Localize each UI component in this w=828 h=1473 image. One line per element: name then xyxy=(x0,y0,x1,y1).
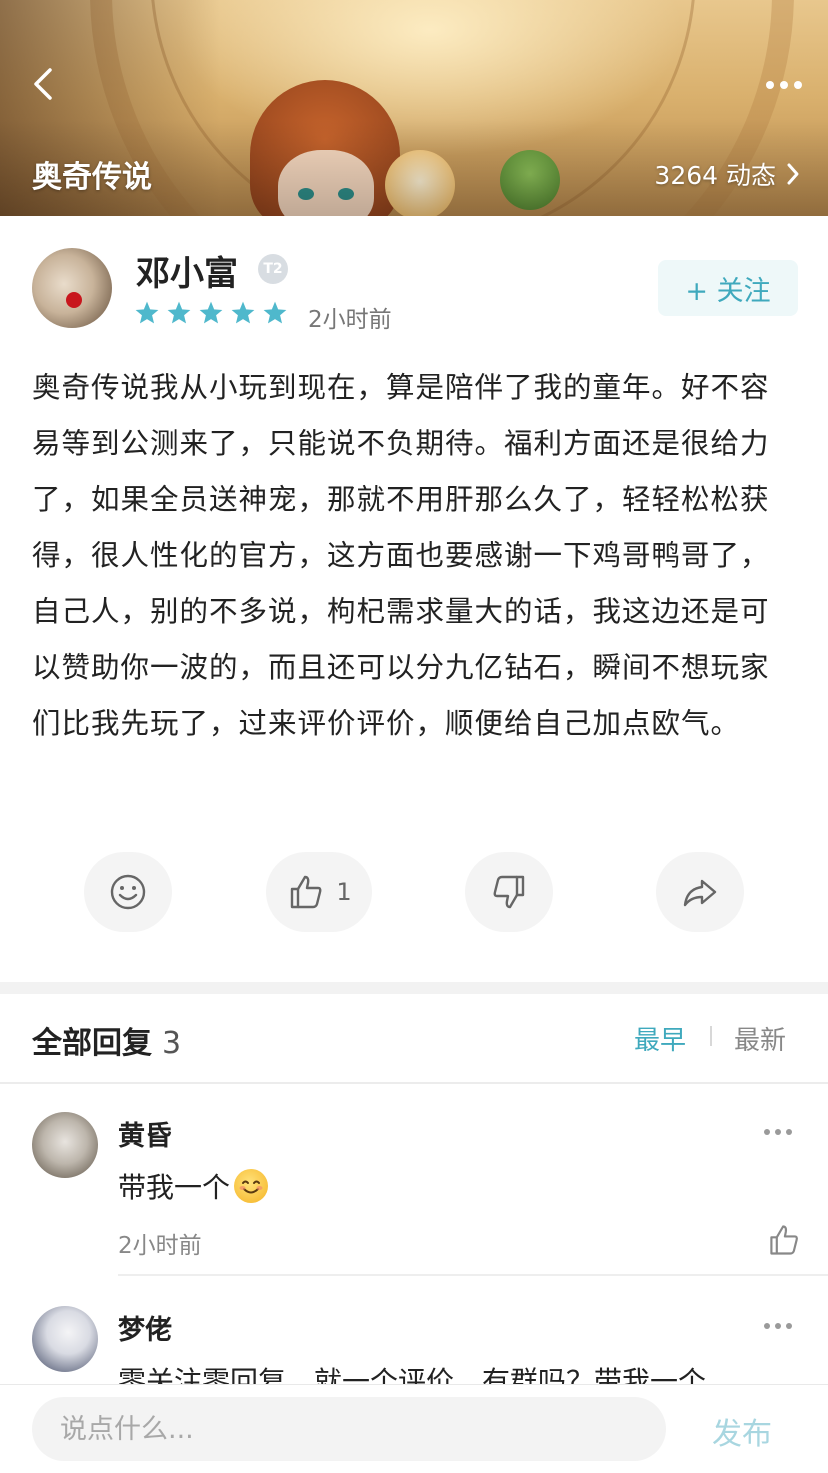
reply-item: 梦佬 零关注零回复，就一个评价，有群吗？带我一个 xyxy=(0,1278,828,1384)
star-icon xyxy=(135,301,159,324)
dislike-button[interactable] xyxy=(465,852,553,932)
more-horizontal-icon[interactable] xyxy=(762,1122,794,1142)
follow-button[interactable]: + 关注 xyxy=(658,260,798,316)
star-icon xyxy=(263,301,287,324)
game-banner: 奥奇传说 3264 动态 xyxy=(0,0,828,216)
reply-text: 零关注零回复，就一个评价，有群吗？带我一个 xyxy=(118,1365,707,1384)
share-arrow-icon xyxy=(683,879,717,907)
section-divider xyxy=(0,982,828,994)
rating-stars xyxy=(134,300,288,326)
smiley-icon xyxy=(110,874,146,910)
thumbs-up-icon[interactable] xyxy=(766,1222,802,1258)
reply-separator xyxy=(118,1274,828,1276)
level-badge: T2 xyxy=(258,254,288,284)
sort-latest-tab[interactable]: 最新 xyxy=(734,1020,786,1057)
post-actions: 1 xyxy=(0,852,828,936)
post-body: 奥奇传说我从小玩到现在，算是陪伴了我的童年。好不容易等到公测来了，只能说不负期待… xyxy=(32,371,770,740)
star-icon xyxy=(231,301,255,324)
more-horizontal-icon xyxy=(766,81,802,89)
reply-text: 带我一个 xyxy=(118,1166,269,1206)
comment-bar: 发布 xyxy=(0,1384,828,1473)
share-button[interactable] xyxy=(656,852,744,932)
chevron-right-icon xyxy=(787,163,799,185)
feed-count: 3264 动态 xyxy=(654,161,776,190)
reply-text-content: 带我一个 xyxy=(118,1171,231,1204)
reply-author-name[interactable]: 梦佬 xyxy=(118,1308,172,1347)
reply-avatar[interactable] xyxy=(32,1306,98,1372)
author-avatar[interactable] xyxy=(32,248,112,328)
star-icon xyxy=(167,301,191,324)
game-title[interactable]: 奥奇传说 xyxy=(32,152,152,196)
star-icon xyxy=(199,301,223,324)
like-count: 1 xyxy=(336,878,352,906)
smiling-emoji-icon xyxy=(234,1169,269,1203)
avatar-rose xyxy=(66,292,82,308)
more-horizontal-icon[interactable] xyxy=(762,1316,794,1336)
like-button[interactable]: 1 xyxy=(266,852,372,932)
chevron-left-icon xyxy=(34,68,52,100)
author-name[interactable]: 邓小富 xyxy=(136,246,238,295)
replies-count: 3 xyxy=(162,1026,182,1061)
post-time: 2小时前 xyxy=(308,307,392,333)
thumbs-down-icon xyxy=(493,875,525,909)
reply-time: 2小时前 xyxy=(118,1233,202,1259)
sort-separator xyxy=(710,1026,712,1046)
feed-count-link[interactable]: 3264 动态 xyxy=(654,156,800,192)
reply-author-name[interactable]: 黄昏 xyxy=(118,1114,172,1153)
reply-avatar[interactable] xyxy=(32,1112,98,1178)
back-button[interactable] xyxy=(28,62,68,106)
reply-item: 黄昏 带我一个 2小时前 xyxy=(0,1084,828,1278)
more-options-button[interactable] xyxy=(764,70,804,100)
emoji-react-button[interactable] xyxy=(84,852,172,932)
replies-title-text: 全部回复 xyxy=(32,1026,152,1061)
comment-input[interactable] xyxy=(32,1397,666,1461)
replies-header: 全部回复 3 最早 最新 xyxy=(0,994,828,1084)
replies-title: 全部回复 3 xyxy=(32,1018,181,1062)
sort-earliest-tab[interactable]: 最早 xyxy=(634,1020,686,1057)
publish-button[interactable]: 发布 xyxy=(712,1409,772,1453)
thumbs-up-icon xyxy=(291,875,322,909)
